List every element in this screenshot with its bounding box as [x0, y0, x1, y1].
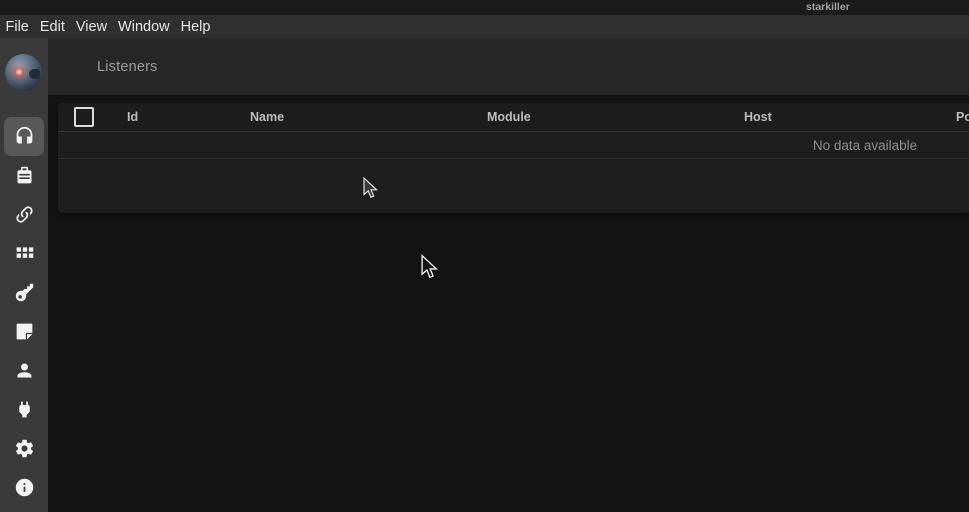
column-header-id[interactable]: Id [110, 110, 233, 124]
sidebar-item-reporting[interactable] [4, 312, 44, 351]
empty-table-message: No data available [813, 138, 917, 153]
listeners-table-card: Id Name Module Host Port No data availab… [58, 103, 969, 213]
table-footer [58, 159, 969, 212]
sidebar-item-stagers[interactable] [4, 156, 44, 195]
window-titlebar: starkiller [0, 0, 969, 15]
sidebar-item-plugins[interactable] [4, 390, 44, 429]
key-icon [14, 282, 35, 303]
starkiller-logo [5, 54, 42, 91]
starkiller-window: { "window": { "title": "starkiller" }, "… [0, 0, 969, 512]
window-title: starkiller [806, 1, 850, 13]
sidebar-item-agents[interactable] [4, 195, 44, 234]
sidebar-item-about[interactable] [4, 468, 44, 507]
sidebar-item-credentials[interactable] [4, 273, 44, 312]
table-header-row: Id Name Module Host Port [58, 103, 969, 132]
menu-view[interactable]: View [70, 15, 112, 38]
info-icon [14, 477, 35, 498]
menu-bar: File Edit View Window Help [0, 15, 969, 39]
headset-icon [14, 126, 35, 147]
column-header-module[interactable]: Module [470, 110, 727, 124]
plug-icon [14, 399, 35, 420]
menu-help[interactable]: Help [175, 15, 216, 38]
link-icon [14, 204, 35, 225]
logo-notch [29, 69, 40, 79]
listeners-table: Id Name Module Host Port No data availab… [58, 103, 969, 212]
empty-table-row: No data available [58, 132, 969, 159]
app-toolbar: Listeners [48, 38, 969, 95]
sidebar-item-listeners[interactable] [4, 117, 44, 156]
menu-file[interactable]: File [0, 15, 34, 38]
column-header-name[interactable]: Name [233, 110, 470, 124]
sidebar-item-settings[interactable] [4, 429, 44, 468]
sidebar-nav [0, 117, 48, 507]
cursor-arrow-outline-icon [421, 254, 439, 282]
select-all-cell [58, 107, 110, 127]
sidebar-item-users[interactable] [4, 351, 44, 390]
menu-edit[interactable]: Edit [34, 15, 70, 38]
select-all-checkbox[interactable] [74, 107, 94, 127]
gear-icon [14, 438, 35, 459]
sidebar [0, 38, 48, 512]
account-icon [14, 360, 35, 381]
column-header-host[interactable]: Host [727, 110, 939, 124]
column-header-port[interactable]: Port [939, 110, 969, 124]
page-title: Listeners [97, 59, 158, 75]
briefcase-icon [14, 165, 35, 186]
logo-eye [14, 68, 24, 76]
sidebar-item-modules[interactable] [4, 234, 44, 273]
grid-icon [14, 243, 35, 264]
note-icon [14, 321, 35, 342]
menu-window[interactable]: Window [113, 15, 176, 38]
